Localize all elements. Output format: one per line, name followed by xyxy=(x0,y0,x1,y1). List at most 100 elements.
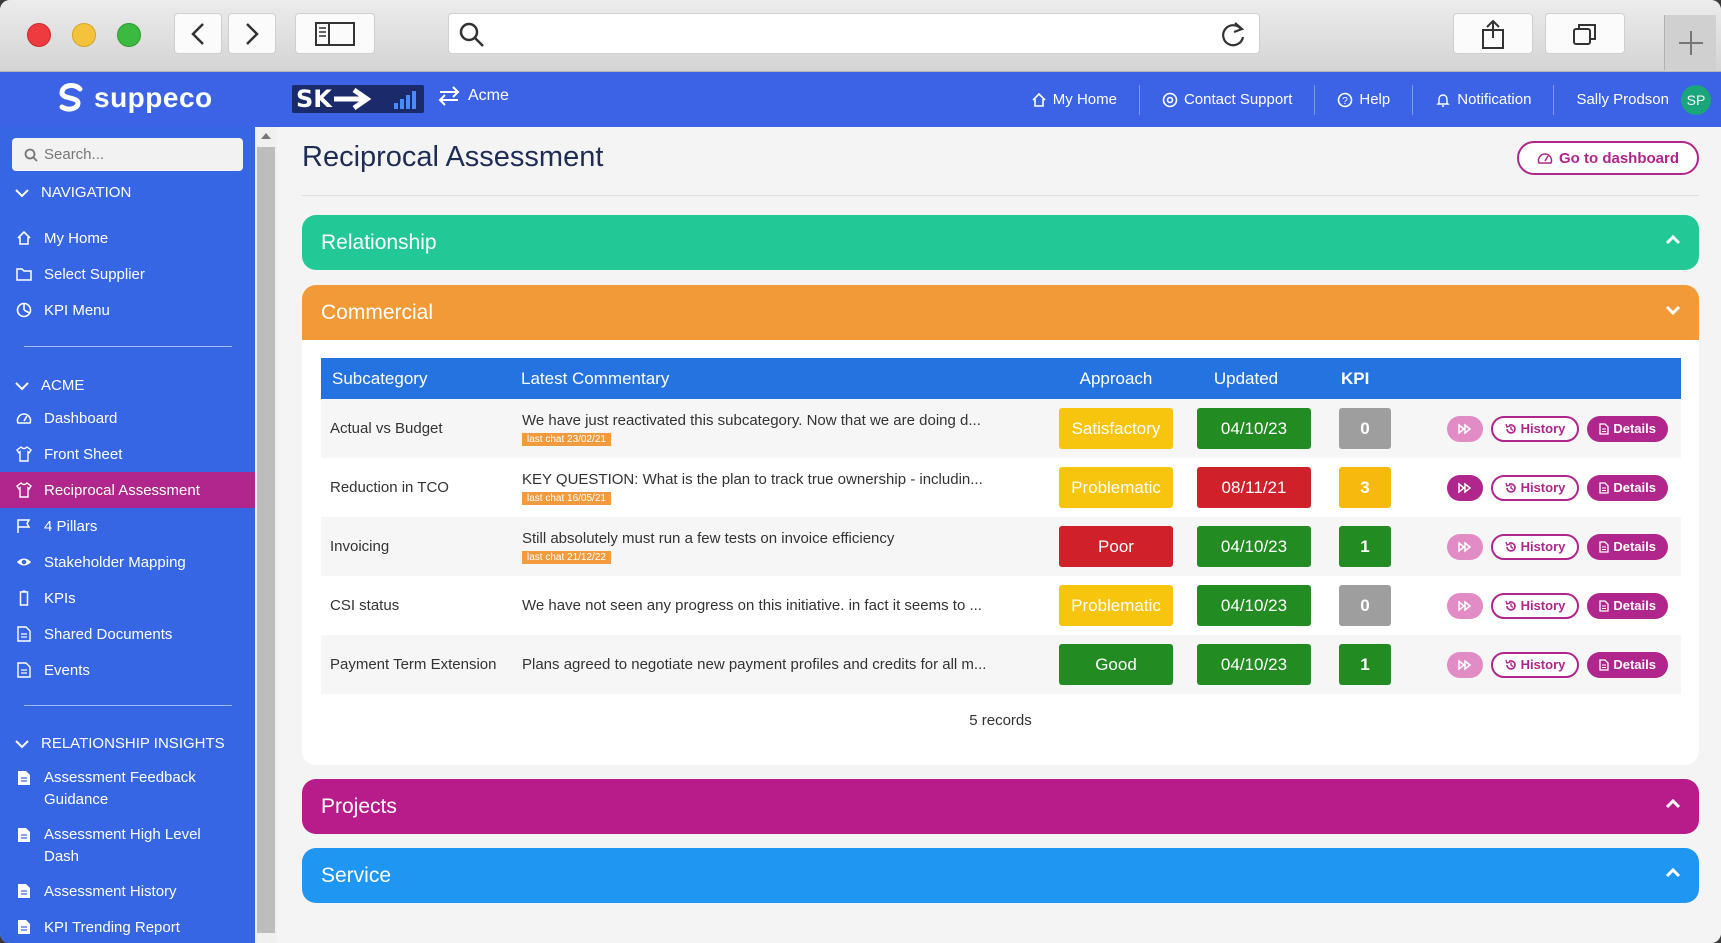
history-label: History xyxy=(1520,539,1566,554)
sidebar-item-assessment-history[interactable]: Assessment History xyxy=(0,873,255,909)
forward-button[interactable] xyxy=(228,13,276,54)
reload-icon[interactable] xyxy=(1219,21,1247,49)
section-acme-toggle[interactable]: ACME xyxy=(15,377,84,394)
cell-kpi: 1 xyxy=(1311,517,1396,576)
sidebar-divider xyxy=(24,346,232,347)
sidebar-item-dashboard[interactable]: Dashboard xyxy=(0,400,255,436)
tabs-button[interactable] xyxy=(1545,13,1625,54)
address-bar[interactable] xyxy=(448,13,1260,54)
section-relationship-insights-toggle[interactable]: RELATIONSHIP INSIGHTS xyxy=(15,735,225,752)
details-button[interactable]: Details xyxy=(1587,592,1668,619)
section-relationship-insights-title: RELATIONSHIP INSIGHTS xyxy=(41,735,225,752)
sidebar-scrollbar[interactable] xyxy=(255,127,277,943)
section-acme-title: ACME xyxy=(41,377,85,394)
fast-forward-button[interactable] xyxy=(1446,533,1483,560)
history-button[interactable]: History xyxy=(1490,651,1580,678)
updated-badge: 04/10/23 xyxy=(1197,526,1311,567)
column-header-updated[interactable]: Updated xyxy=(1181,358,1311,399)
avatar[interactable]: SP xyxy=(1681,84,1711,115)
sidebar: Search... NAVIGATION My Home Select Supp… xyxy=(0,127,255,943)
details-button[interactable]: Details xyxy=(1587,415,1668,442)
sidebar-item-assessment-feedback-guidance[interactable]: Assessment Feedback Guidance xyxy=(0,767,255,811)
shirt-icon xyxy=(16,482,32,498)
panel-service-header[interactable]: Service xyxy=(302,848,1699,903)
back-button[interactable] xyxy=(174,13,222,54)
cell-approach: Good xyxy=(1051,635,1181,694)
new-tab-button[interactable] xyxy=(1664,15,1716,70)
close-window-button[interactable] xyxy=(27,23,51,47)
question-circle-icon: ? xyxy=(1338,92,1353,107)
sidebar-item-label: Shared Documents xyxy=(44,625,173,643)
switch-organisation[interactable]: Acme xyxy=(438,86,509,106)
sidebar-item-front-sheet[interactable]: Front Sheet xyxy=(0,436,255,472)
sidebar-item-reciprocal-assessment[interactable]: Reciprocal Assessment xyxy=(0,472,255,508)
cell-subcategory: Payment Term Extension xyxy=(330,656,497,673)
nav-contact-support[interactable]: Contact Support xyxy=(1140,84,1316,115)
fast-forward-icon xyxy=(1457,422,1471,435)
minimize-window-button[interactable] xyxy=(72,23,96,47)
sidebar-item-my-home[interactable]: My Home xyxy=(0,220,255,256)
column-header-latest-commentary[interactable]: Latest Commentary xyxy=(521,358,1051,399)
pie-chart-icon xyxy=(16,302,32,318)
commercial-table: Subcategory Latest Commentary Approach U… xyxy=(321,358,1681,694)
column-header-subcategory[interactable]: Subcategory xyxy=(321,358,521,399)
table-header-row: Subcategory Latest Commentary Approach U… xyxy=(321,358,1681,399)
cell-approach: Satisfactory xyxy=(1051,399,1181,458)
nav-notification[interactable]: Notification xyxy=(1413,84,1555,115)
panel-commercial-header[interactable]: Commercial xyxy=(302,285,1699,340)
updated-badge: 08/11/21 xyxy=(1197,467,1311,508)
scroll-up-arrow-icon[interactable] xyxy=(261,133,271,139)
nav-notification-label: Notification xyxy=(1457,91,1532,108)
fast-forward-button[interactable] xyxy=(1446,592,1483,619)
sidebar-item-label: My Home xyxy=(44,229,109,247)
share-button[interactable] xyxy=(1453,13,1533,54)
sidebar-toggle-button[interactable] xyxy=(295,13,375,54)
panel-relationship-header[interactable]: Relationship xyxy=(302,215,1699,270)
cell-commentary: KEY QUESTION: What is the plan to track … xyxy=(521,458,1051,517)
nav-help[interactable]: ? Help xyxy=(1315,84,1414,115)
column-header-approach[interactable]: Approach xyxy=(1051,358,1181,399)
sidebar-search-input[interactable]: Search... xyxy=(12,138,243,171)
history-button[interactable]: History xyxy=(1490,474,1580,501)
scrollbar-thumb[interactable] xyxy=(257,147,275,933)
history-button[interactable]: History xyxy=(1490,415,1580,442)
details-button[interactable]: Details xyxy=(1587,651,1668,678)
details-label: Details xyxy=(1613,480,1656,495)
section-navigation-toggle[interactable]: NAVIGATION xyxy=(15,184,131,201)
cell-kpi: 0 xyxy=(1311,399,1396,458)
sidebar-item-label: Select Supplier xyxy=(44,265,145,283)
search-icon xyxy=(459,22,484,47)
sidebar-item-stakeholder-mapping[interactable]: Stakeholder Mapping xyxy=(0,544,255,580)
details-button[interactable]: Details xyxy=(1587,533,1668,560)
brand-logo[interactable]: suppeco xyxy=(56,82,213,114)
details-button[interactable]: Details xyxy=(1587,474,1668,501)
column-header-kpi[interactable]: KPI xyxy=(1311,358,1396,399)
user-name: Sally Prodson xyxy=(1576,91,1669,108)
cell-updated: 04/10/23 xyxy=(1181,635,1311,694)
zoom-window-button[interactable] xyxy=(117,23,141,47)
nav-my-home[interactable]: My Home xyxy=(1009,84,1140,115)
sidebar-item-select-supplier[interactable]: Select Supplier xyxy=(0,256,255,292)
sidebar-item-kpis[interactable]: KPIs xyxy=(0,580,255,616)
history-button[interactable]: History xyxy=(1490,592,1580,619)
updated-badge: 04/10/23 xyxy=(1197,408,1311,449)
fast-forward-button[interactable] xyxy=(1446,474,1483,501)
sidebar-item-shared-documents[interactable]: Shared Documents xyxy=(0,616,255,652)
main-content: Reciprocal Assessment Go to dashboard Re… xyxy=(277,127,1721,943)
user-menu[interactable]: Sally Prodson SP xyxy=(1554,84,1721,115)
sidebar-item-assessment-high-level-dash[interactable]: Assessment High Level Dash xyxy=(0,824,255,868)
sidebar-item-events[interactable]: Events xyxy=(0,652,255,688)
go-to-dashboard-button[interactable]: Go to dashboard xyxy=(1517,141,1699,175)
panel-projects-header[interactable]: Projects xyxy=(302,779,1699,834)
sidebar-item-label: Assessment Feedback Guidance xyxy=(44,769,196,808)
document-icon xyxy=(1599,481,1610,494)
history-icon xyxy=(1504,482,1516,493)
sidebar-item-kpi-menu[interactable]: KPI Menu xyxy=(0,292,255,328)
sidebar-item-4-pillars[interactable]: 4 Pillars xyxy=(0,508,255,544)
fast-forward-button[interactable] xyxy=(1446,415,1483,442)
history-button[interactable]: History xyxy=(1490,533,1580,560)
fast-forward-button[interactable] xyxy=(1446,651,1483,678)
cell-updated: 04/10/23 xyxy=(1181,517,1311,576)
cell-kpi: 3 xyxy=(1311,458,1396,517)
sidebar-item-kpi-trending-report[interactable]: KPI Trending Report xyxy=(0,909,255,943)
